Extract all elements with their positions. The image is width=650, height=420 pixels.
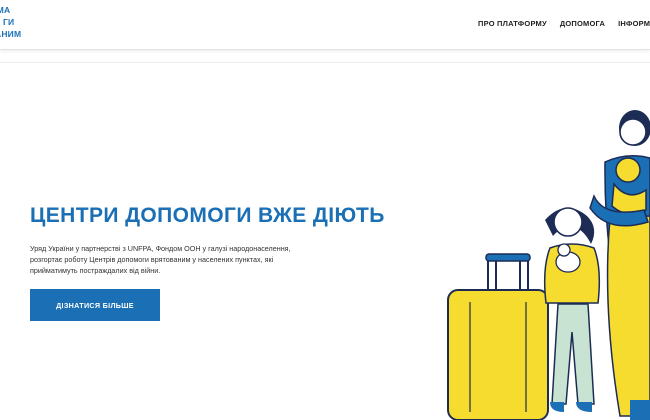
logo-line-3: АНИМ	[0, 29, 22, 39]
suitcase-icon	[447, 253, 549, 420]
main-nav: ПРО ПЛАТФОРМУ ДОПОМОГА ІНФОРМА	[478, 19, 650, 28]
nav-item-help[interactable]: ДОПОМОГА	[560, 19, 605, 28]
hero-description: Уряд України у партнерстві з UNFPA, Фонд…	[30, 244, 291, 275]
learn-more-button[interactable]: ДІЗНАТИСЯ БІЛЬШЕ	[30, 289, 160, 321]
logo-line-1: РМА	[0, 5, 11, 15]
section-divider	[0, 62, 650, 63]
refugee-family-illustration	[447, 110, 650, 420]
hero-title: ЦЕНТРИ ДОПОМОГИ ВЖЕ ДІЮТЬ	[30, 204, 385, 227]
site-header: РМА ГИ АНИМ ПРО ПЛАТФОРМУ ДОПОМОГА ІНФОР…	[0, 0, 650, 50]
child-figure-icon	[543, 207, 601, 412]
nav-item-information[interactable]: ІНФОРМА	[618, 19, 650, 28]
site-logo[interactable]: РМА ГИ АНИМ	[0, 4, 40, 40]
nav-item-about-platform[interactable]: ПРО ПЛАТФОРМУ	[478, 19, 547, 28]
logo-line-2: ГИ	[3, 17, 15, 27]
